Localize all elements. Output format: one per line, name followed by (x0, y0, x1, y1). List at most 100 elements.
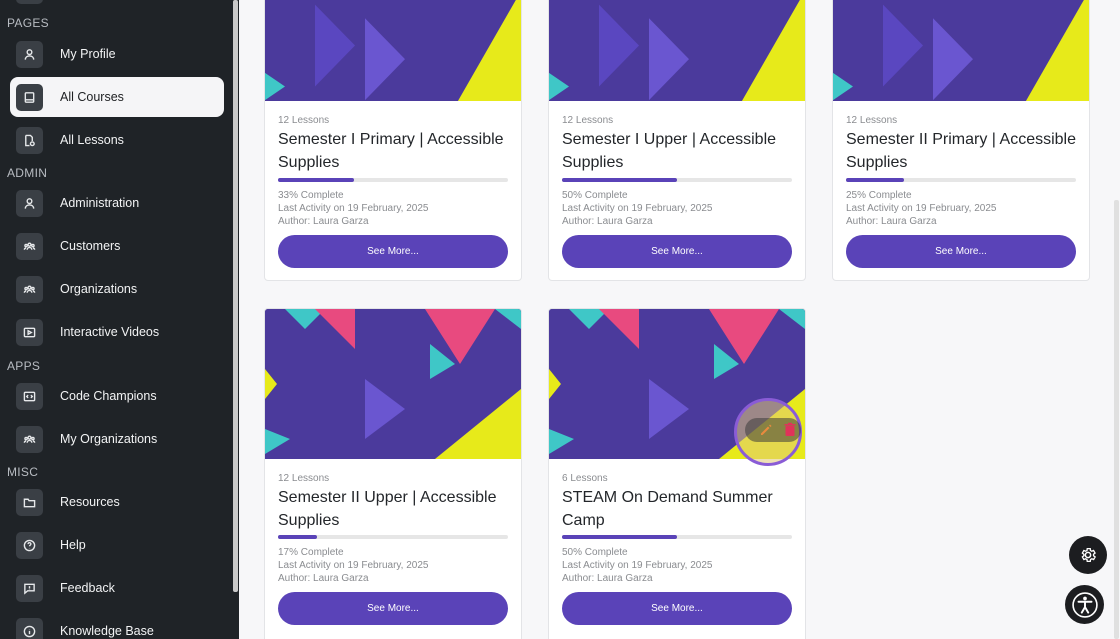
progress-fill (562, 535, 677, 539)
edit-icon[interactable] (758, 422, 774, 438)
sidebar-item-knowledge-base[interactable]: Knowledge Base (10, 611, 224, 639)
see-more-button[interactable]: See More... (562, 592, 792, 625)
see-more-button[interactable]: See More... (846, 235, 1076, 268)
progress-text: 50% Complete (562, 547, 628, 558)
user-icon (16, 189, 43, 217)
video-icon (16, 318, 43, 346)
code-icon (16, 382, 43, 410)
sidebar-item-label: Administration (60, 196, 140, 210)
section-label-misc: MISC (7, 465, 39, 479)
course-title: Semester I Upper | Accessible Supplies (562, 131, 777, 171)
help-icon (16, 531, 43, 559)
sidebar-item-my-organizations[interactable]: My Organizations (10, 419, 224, 459)
see-more-button[interactable]: See More... (562, 235, 792, 268)
sidebar-item-all-courses[interactable]: All Courses (10, 77, 224, 117)
sidebar-item-organizations[interactable]: Organizations (10, 269, 224, 309)
sidebar-item-label: Knowledge Base (60, 624, 154, 638)
group-icon (16, 275, 43, 303)
last-activity: Last Activity on 19 February, 2025 (562, 560, 713, 571)
course-thumbnail (265, 309, 521, 459)
book-icon (16, 83, 43, 111)
course-card: 6 Lessons STEAM On Demand Summer Camp 50… (548, 308, 806, 639)
lesson-count: 12 Lessons (278, 473, 330, 484)
sidebar-item-label: Resources (60, 495, 120, 509)
course-card: 12 Lessons Semester I Upper | Accessible… (548, 0, 806, 281)
sidebar-item-feedback[interactable]: Feedback (10, 568, 224, 608)
sidebar-item-label: My Organizations (60, 432, 158, 446)
sidebar-item-label: My Profile (60, 47, 116, 61)
see-more-button[interactable]: See More... (278, 592, 508, 625)
progress-text: 33% Complete (278, 190, 344, 201)
sidebar-item-label: Interactive Videos (60, 325, 160, 339)
progress-bar (278, 535, 508, 539)
section-label-admin: ADMIN (7, 166, 48, 180)
last-activity: Last Activity on 19 February, 2025 (278, 560, 429, 571)
last-activity: Last Activity on 19 February, 2025 (278, 203, 429, 214)
course-thumbnail (549, 0, 805, 101)
sidebar-item-label: All Lessons (60, 133, 124, 147)
sidebar-item-resources[interactable]: Resources (10, 482, 224, 522)
lesson-count: 6 Lessons (562, 473, 608, 484)
group-icon (16, 232, 43, 260)
course-card: 12 Lessons Semester II Upper | Accessibl… (264, 308, 522, 639)
author: Author: Laura Garza (562, 573, 653, 584)
last-activity: Last Activity on 19 February, 2025 (846, 203, 997, 214)
sidebar-item-my-profile[interactable]: My Profile (10, 34, 224, 74)
progress-text: 17% Complete (278, 547, 344, 558)
sidebar-item-customers[interactable]: Customers (10, 226, 224, 266)
accessibility-icon (1071, 591, 1098, 618)
lesson-count: 12 Lessons (562, 115, 614, 126)
see-more-button[interactable]: See More... (278, 235, 508, 268)
course-card: 12 Lessons Semester II Primary | Accessi… (832, 0, 1090, 281)
progress-bar (846, 178, 1076, 182)
progress-fill (846, 178, 904, 182)
progress-text: 50% Complete (562, 190, 628, 201)
settings-button[interactable] (1069, 536, 1107, 574)
section-label-apps: APPS (7, 359, 41, 373)
author: Author: Laura Garza (846, 216, 937, 227)
group-icon (16, 425, 43, 453)
delete-icon[interactable] (783, 422, 797, 438)
course-card: 12 Lessons Semester I Primary | Accessib… (264, 0, 522, 281)
course-title: Semester I Primary | Accessible Supplies (278, 131, 504, 171)
sidebar-item-label: Feedback (60, 581, 115, 595)
sidebar-scrollbar[interactable] (233, 0, 238, 592)
progress-bar (278, 178, 508, 182)
feedback-icon (16, 574, 43, 602)
sidebar-item-help[interactable]: Help (10, 525, 224, 565)
info-icon (16, 617, 43, 639)
progress-bar (562, 535, 792, 539)
folder-icon (16, 488, 43, 516)
sidebar: PAGES My Profile All Courses All Lessons… (0, 0, 239, 639)
lesson-count: 12 Lessons (846, 115, 898, 126)
author: Author: Laura Garza (278, 573, 369, 584)
accessibility-button[interactable] (1065, 585, 1104, 624)
course-title: Semester II Upper | Accessible Supplies (278, 489, 497, 529)
section-label-pages: PAGES (7, 16, 49, 30)
sidebar-item-administration[interactable]: Administration (10, 183, 224, 223)
course-title: Semester II Primary | Accessible Supplie… (846, 131, 1076, 171)
course-thumbnail (265, 0, 521, 101)
nav-icon-partial (16, 0, 43, 4)
course-title: STEAM On Demand Summer Camp (562, 489, 773, 529)
main-scrollbar[interactable] (1114, 200, 1119, 639)
progress-fill (278, 178, 354, 182)
progress-fill (562, 178, 677, 182)
sidebar-item-label: Help (60, 538, 86, 552)
lesson-count: 12 Lessons (278, 115, 330, 126)
progress-fill (278, 535, 318, 539)
sidebar-item-interactive-videos[interactable]: Interactive Videos (10, 312, 224, 352)
progress-text: 25% Complete (846, 190, 912, 201)
author: Author: Laura Garza (562, 216, 653, 227)
sidebar-item-label: Code Champions (60, 389, 157, 403)
sidebar-item-code-champions[interactable]: Code Champions (10, 376, 224, 416)
progress-bar (562, 178, 792, 182)
sidebar-item-label: Organizations (60, 282, 138, 296)
course-thumbnail (833, 0, 1089, 101)
lesson-icon (16, 126, 43, 154)
last-activity: Last Activity on 19 February, 2025 (562, 203, 713, 214)
gear-icon (1081, 547, 1097, 563)
sidebar-item-label: All Courses (60, 90, 124, 104)
user-icon (16, 40, 43, 68)
sidebar-item-all-lessons[interactable]: All Lessons (10, 120, 224, 160)
